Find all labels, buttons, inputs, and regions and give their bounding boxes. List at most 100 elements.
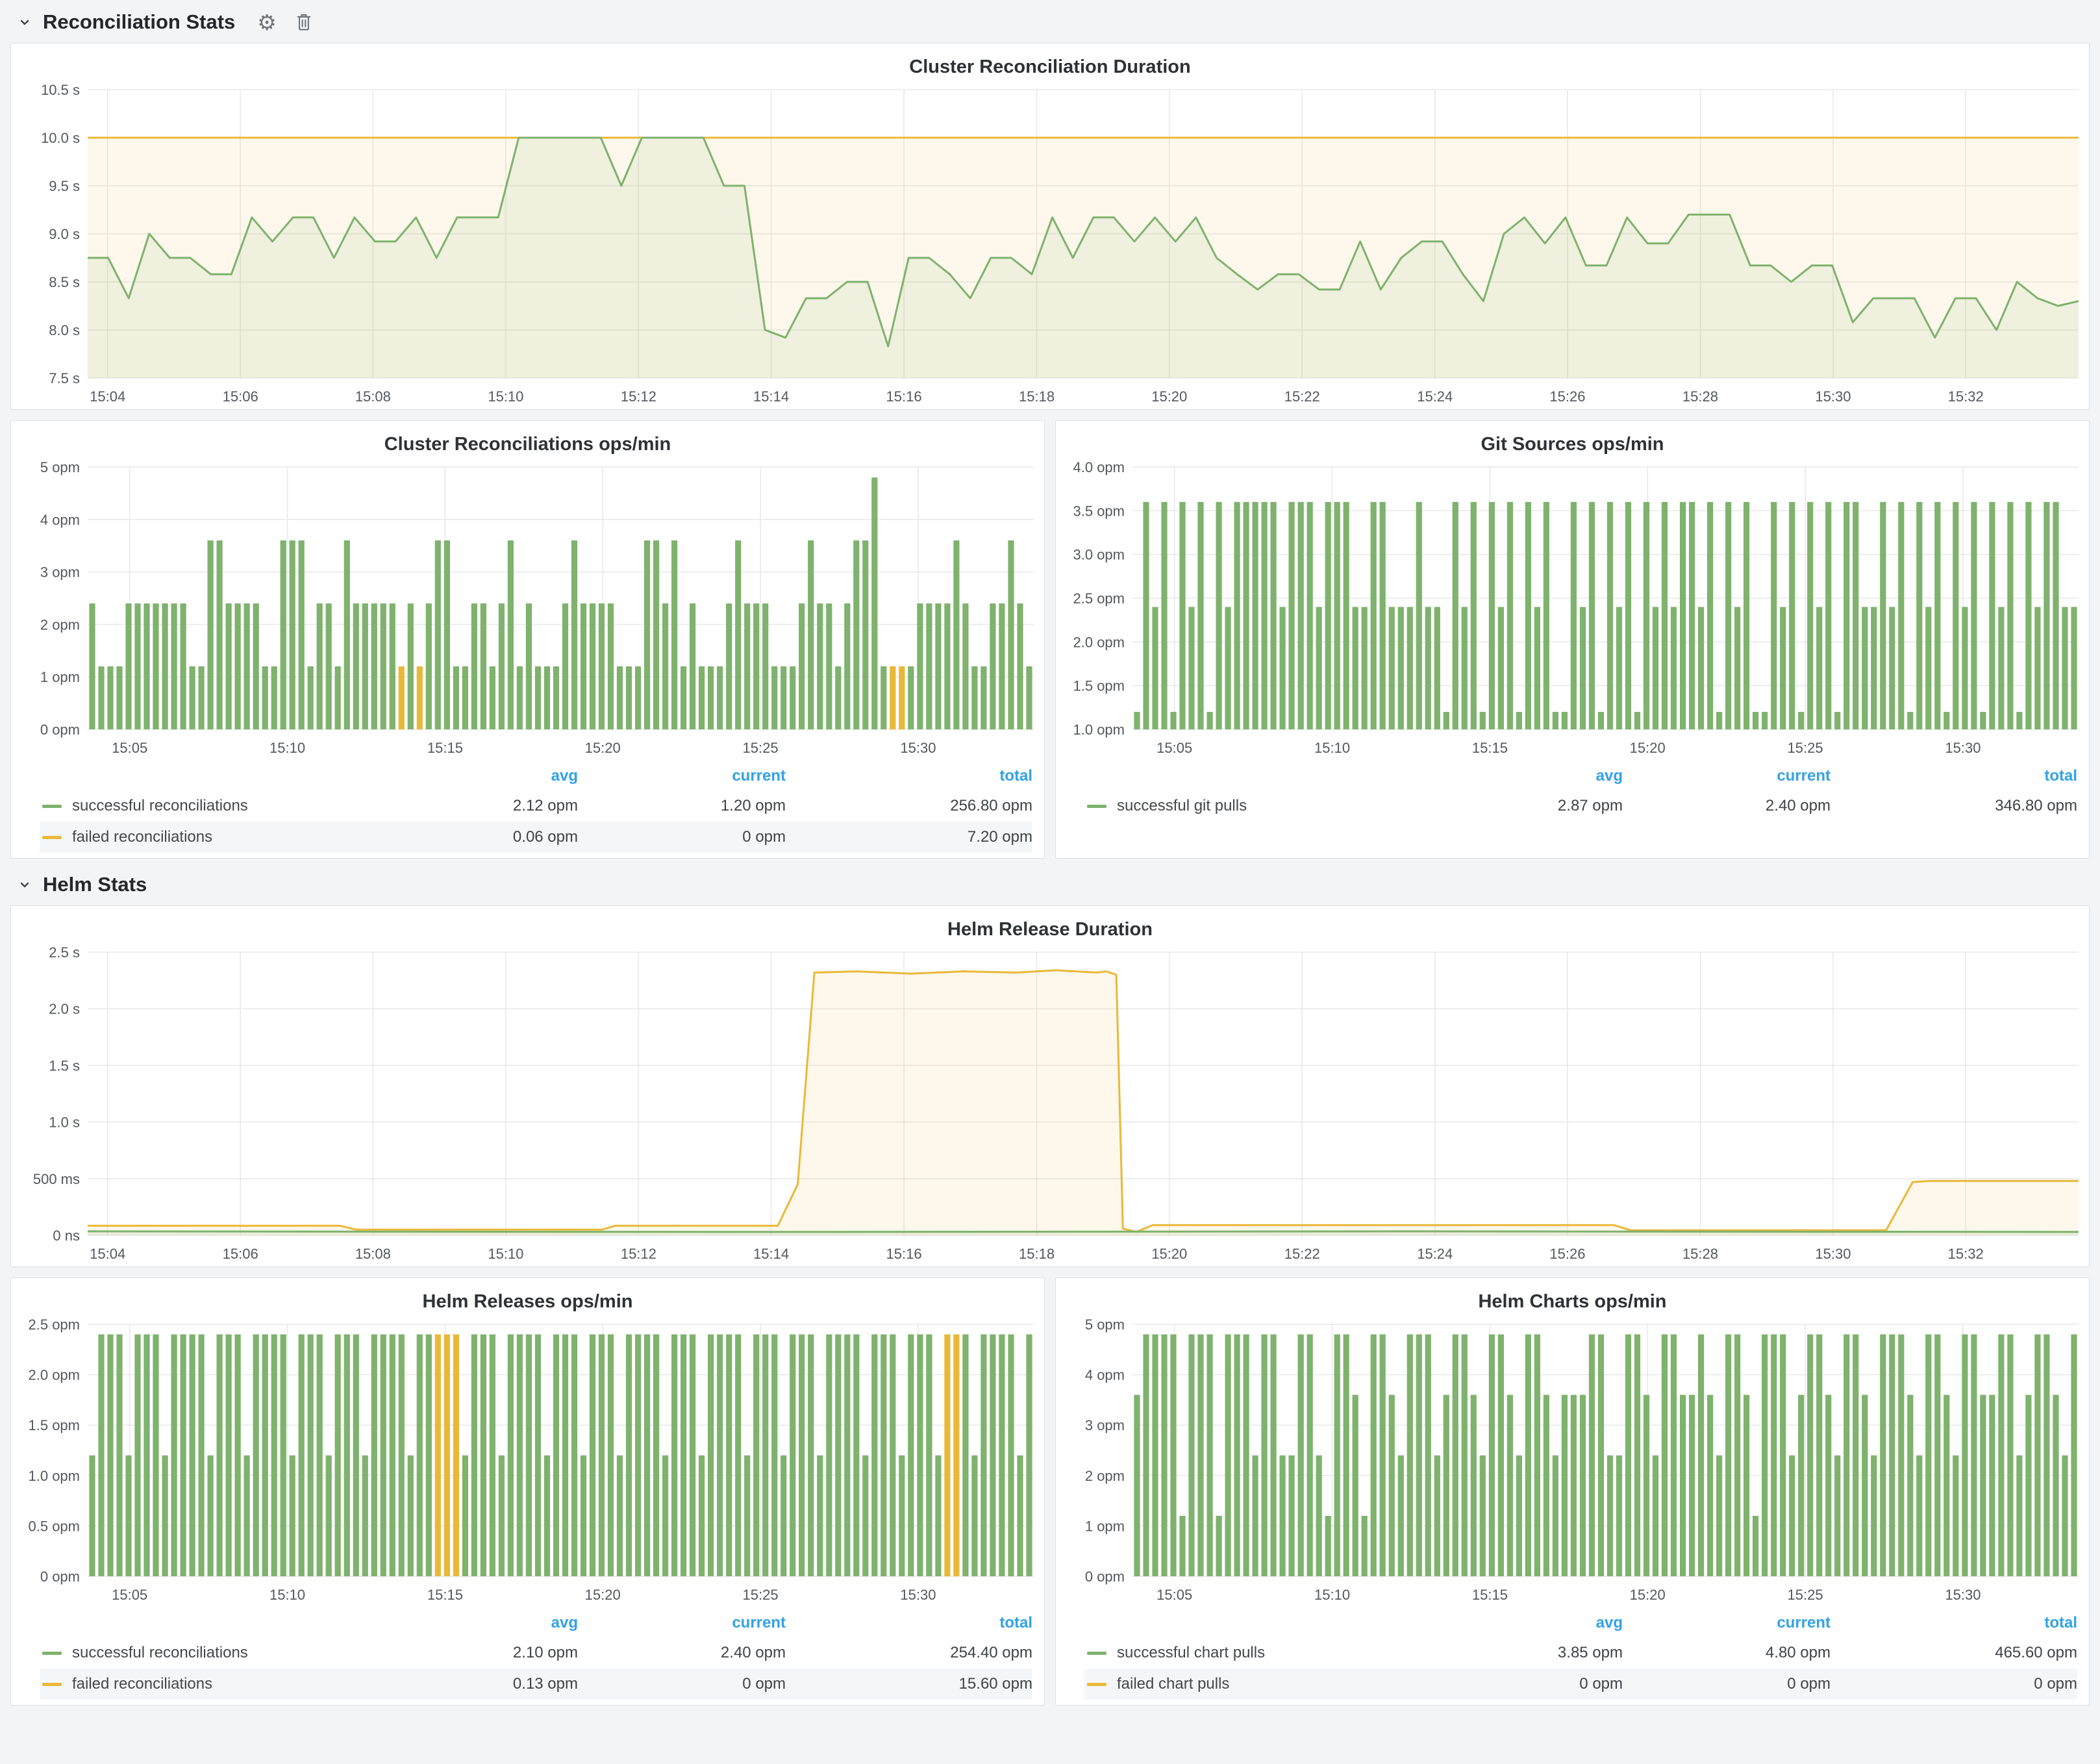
series-color-dash bbox=[1087, 1683, 1106, 1686]
svg-text:0 opm: 0 opm bbox=[1085, 1569, 1125, 1585]
svg-text:15:14: 15:14 bbox=[753, 388, 789, 405]
svg-text:15:16: 15:16 bbox=[886, 1246, 922, 1262]
legend-row-successful-reconciliations[interactable]: successful reconciliations 2.10 opm 2.40… bbox=[40, 1637, 1032, 1669]
svg-text:15:12: 15:12 bbox=[621, 388, 656, 405]
cluster-reconciliations-chart[interactable]: 0 opm1 opm2 opm3 opm4 opm5 opm15:0515:10… bbox=[11, 457, 1044, 761]
git-sources-chart[interactable]: 1.0 opm1.5 opm2.0 opm2.5 opm3.0 opm3.5 o… bbox=[1056, 457, 2089, 761]
svg-text:15:26: 15:26 bbox=[1549, 1246, 1585, 1262]
legend-row-failed-reconciliations[interactable]: failed reconciliations 0.13 opm 0 opm 15… bbox=[40, 1669, 1032, 1700]
svg-text:15:30: 15:30 bbox=[900, 1587, 936, 1603]
series-color-dash bbox=[1087, 1652, 1106, 1655]
helm-release-duration-chart[interactable]: 0 ns500 ms1.0 s1.5 s2.0 s2.5 s15:0415:06… bbox=[11, 942, 2089, 1266]
svg-text:15:04: 15:04 bbox=[90, 1246, 125, 1262]
legend-header-current[interactable]: current bbox=[578, 1614, 786, 1632]
svg-text:15:10: 15:10 bbox=[269, 740, 305, 756]
legend-label: successful chart pulls bbox=[1117, 1644, 1454, 1662]
legend-avg-value: 2.87 opm bbox=[1454, 797, 1623, 815]
legend-row-successful-chart-pulls[interactable]: successful chart pulls 3.85 opm 4.80 opm… bbox=[1084, 1637, 2077, 1669]
trash-icon[interactable] bbox=[295, 12, 313, 32]
svg-text:15:06: 15:06 bbox=[223, 388, 258, 405]
svg-text:15:16: 15:16 bbox=[886, 388, 922, 405]
svg-text:15:20: 15:20 bbox=[1151, 1246, 1187, 1262]
svg-text:15:30: 15:30 bbox=[1815, 388, 1851, 405]
legend-row-failed-reconciliations[interactable]: failed reconciliations 0.06 opm 0 opm 7.… bbox=[40, 822, 1032, 853]
legend-header-total[interactable]: total bbox=[1831, 1614, 2077, 1632]
svg-text:15:20: 15:20 bbox=[1630, 740, 1666, 756]
svg-text:8.5 s: 8.5 s bbox=[49, 274, 80, 290]
svg-text:15:10: 15:10 bbox=[1314, 1587, 1350, 1603]
svg-text:2.5 opm: 2.5 opm bbox=[1073, 590, 1125, 607]
svg-text:15:08: 15:08 bbox=[355, 388, 391, 405]
svg-text:15:15: 15:15 bbox=[1472, 740, 1508, 756]
legend-header-avg[interactable]: avg bbox=[409, 1614, 578, 1632]
svg-text:15:25: 15:25 bbox=[743, 1587, 779, 1603]
legend-header-current[interactable]: current bbox=[1623, 1614, 1831, 1632]
svg-text:15:10: 15:10 bbox=[1314, 740, 1350, 756]
svg-text:3.0 opm: 3.0 opm bbox=[1073, 547, 1125, 563]
legend-header-total[interactable]: total bbox=[786, 767, 1032, 785]
panel-title[interactable]: Cluster Reconciliations ops/min bbox=[11, 421, 1044, 457]
legend-table: avg current total successful chart pulls… bbox=[1056, 1607, 2089, 1705]
legend-row-successful-git-pulls[interactable]: successful git pulls 2.87 opm 2.40 opm 3… bbox=[1084, 790, 2077, 822]
svg-text:15:12: 15:12 bbox=[621, 1246, 656, 1262]
svg-text:15:28: 15:28 bbox=[1682, 388, 1718, 405]
legend-current-value: 0 opm bbox=[578, 828, 786, 846]
svg-text:15:22: 15:22 bbox=[1284, 1246, 1320, 1262]
chevron-down-icon[interactable] bbox=[17, 877, 32, 892]
cluster-reconciliation-duration-chart[interactable]: 7.5 s8.0 s8.5 s9.0 s9.5 s10.0 s10.5 s15:… bbox=[11, 79, 2089, 409]
svg-text:15:18: 15:18 bbox=[1019, 1246, 1055, 1262]
svg-text:15:30: 15:30 bbox=[1945, 1587, 1981, 1603]
helm-charts-chart[interactable]: 0 opm1 opm2 opm3 opm4 opm5 opm15:0515:10… bbox=[1056, 1314, 2089, 1607]
section-title: Reconciliation Stats bbox=[43, 10, 235, 34]
svg-text:0.5 opm: 0.5 opm bbox=[29, 1518, 81, 1534]
legend-header-current[interactable]: current bbox=[578, 767, 786, 785]
svg-text:5 opm: 5 opm bbox=[1085, 1317, 1125, 1333]
panel-title[interactable]: Git Sources ops/min bbox=[1056, 421, 2089, 457]
gear-icon[interactable]: ⚙ bbox=[257, 12, 277, 33]
legend-total-value: 0 opm bbox=[1831, 1675, 2077, 1693]
svg-text:15:05: 15:05 bbox=[112, 740, 147, 756]
panel-title[interactable]: Helm Releases ops/min bbox=[11, 1278, 1044, 1314]
svg-text:8.0 s: 8.0 s bbox=[49, 322, 80, 338]
legend-total-value: 465.60 opm bbox=[1831, 1644, 2077, 1662]
svg-text:15:08: 15:08 bbox=[355, 1246, 391, 1262]
chevron-down-icon[interactable] bbox=[17, 14, 32, 30]
legend-current-value: 2.40 opm bbox=[1623, 797, 1831, 815]
svg-text:10.0 s: 10.0 s bbox=[41, 130, 80, 146]
legend-header-avg[interactable]: avg bbox=[1454, 767, 1623, 785]
svg-text:7.5 s: 7.5 s bbox=[49, 370, 80, 386]
section-header-reconciliation-stats: Reconciliation Stats ⚙ bbox=[10, 0, 2090, 43]
helm-releases-chart[interactable]: 0 opm0.5 opm1.0 opm1.5 opm2.0 opm2.5 opm… bbox=[11, 1314, 1044, 1607]
legend-row-failed-chart-pulls[interactable]: failed chart pulls 0 opm 0 opm 0 opm bbox=[1084, 1669, 2077, 1700]
legend-header-avg[interactable]: avg bbox=[409, 767, 578, 785]
svg-text:2.5 opm: 2.5 opm bbox=[29, 1317, 81, 1333]
svg-text:1.0 opm: 1.0 opm bbox=[29, 1468, 81, 1484]
series-color-dash bbox=[42, 1683, 62, 1686]
panel-title[interactable]: Helm Charts ops/min bbox=[1056, 1278, 2089, 1314]
legend-total-value: 346.80 opm bbox=[1831, 797, 2077, 815]
legend-avg-value: 3.85 opm bbox=[1454, 1644, 1623, 1662]
svg-text:15:22: 15:22 bbox=[1284, 388, 1320, 405]
legend-label: failed chart pulls bbox=[1117, 1675, 1454, 1693]
panel-title[interactable]: Helm Release Duration bbox=[11, 906, 2089, 942]
legend-row-successful-reconciliations[interactable]: successful reconciliations 2.12 opm 1.20… bbox=[40, 790, 1032, 822]
svg-text:15:30: 15:30 bbox=[1945, 740, 1981, 756]
legend-header-total[interactable]: total bbox=[786, 1614, 1032, 1632]
legend-header-avg[interactable]: avg bbox=[1454, 1614, 1623, 1632]
svg-text:1.0 s: 1.0 s bbox=[49, 1115, 80, 1131]
svg-text:15:32: 15:32 bbox=[1948, 388, 1984, 405]
legend-current-value: 4.80 opm bbox=[1623, 1644, 1831, 1662]
legend-current-value: 2.40 opm bbox=[578, 1644, 786, 1662]
legend-header-total[interactable]: total bbox=[1831, 767, 2077, 785]
svg-text:15:18: 15:18 bbox=[1019, 388, 1055, 405]
svg-text:15:25: 15:25 bbox=[1788, 1587, 1823, 1603]
legend-header-current[interactable]: current bbox=[1623, 767, 1831, 785]
svg-text:5 opm: 5 opm bbox=[40, 459, 80, 475]
svg-text:15:24: 15:24 bbox=[1417, 388, 1453, 405]
legend-avg-value: 0 opm bbox=[1454, 1675, 1623, 1693]
panel-title[interactable]: Cluster Reconciliation Duration bbox=[11, 44, 2089, 79]
legend-avg-value: 2.12 opm bbox=[409, 797, 578, 815]
svg-text:0 ns: 0 ns bbox=[53, 1228, 80, 1244]
svg-text:0 opm: 0 opm bbox=[40, 1569, 80, 1585]
svg-text:9.5 s: 9.5 s bbox=[49, 178, 80, 194]
